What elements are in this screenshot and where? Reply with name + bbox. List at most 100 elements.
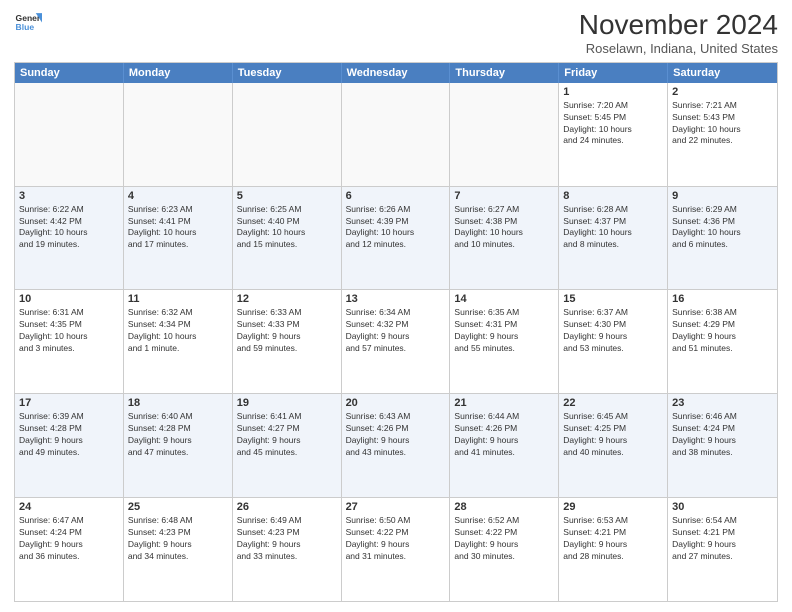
day-number: 24: [19, 501, 119, 513]
calendar-week-5: 24 Sunrise: 6:47 AMSunset: 4:24 PMDayligh…: [15, 498, 777, 601]
day-info: Sunrise: 6:29 AMSunset: 4:36 PMDaylight:…: [672, 204, 773, 252]
calendar-cell: [233, 83, 342, 186]
page: General Blue November 2024 Roselawn, Ind…: [0, 0, 792, 612]
header-day-friday: Friday: [559, 63, 668, 83]
calendar-cell: [450, 83, 559, 186]
calendar-cell: 3 Sunrise: 6:22 AMSunset: 4:42 PMDaylight…: [15, 187, 124, 290]
calendar-cell: 15 Sunrise: 6:37 AMSunset: 4:30 PMDayligh…: [559, 290, 668, 393]
day-number: 19: [237, 397, 337, 409]
day-number: 22: [563, 397, 663, 409]
calendar-cell: 29 Sunrise: 6:53 AMSunset: 4:21 PMDayligh…: [559, 498, 668, 601]
calendar-cell: 17Sunrise: 6:39 AMSunset: 4:28 PMDayligh…: [15, 394, 124, 497]
day-info: Sunrise: 6:54 AMSunset: 4:21 PMDaylight:…: [672, 515, 773, 563]
day-info: Sunrise: 6:35 AMSunset: 4:31 PMDaylight:…: [454, 307, 554, 355]
day-info: Sunrise: 6:38 AMSunset: 4:29 PMDaylight:…: [672, 307, 773, 355]
svg-text:Blue: Blue: [16, 22, 35, 32]
day-info: Sunrise: 6:47 AMSunset: 4:24 PMDaylight:…: [19, 515, 119, 563]
day-info: Sunrise: 6:32 AMSunset: 4:34 PMDaylight:…: [128, 307, 228, 355]
day-number: 2: [672, 86, 773, 98]
calendar-cell: 27Sunrise: 6:50 AMSunset: 4:22 PMDayligh…: [342, 498, 451, 601]
day-info: Sunrise: 6:53 AMSunset: 4:21 PMDaylight:…: [563, 515, 663, 563]
day-info: Sunrise: 6:44 AMSunset: 4:26 PMDaylight:…: [454, 411, 554, 459]
day-info: Sunrise: 6:25 AMSunset: 4:40 PMDaylight:…: [237, 204, 337, 252]
day-info: Sunrise: 6:48 AMSunset: 4:23 PMDaylight:…: [128, 515, 228, 563]
calendar-week-3: 10 Sunrise: 6:31 AMSunset: 4:35 PMDayligh…: [15, 290, 777, 394]
day-number: 9: [672, 190, 773, 202]
day-number: 14: [454, 293, 554, 305]
calendar-cell: 26Sunrise: 6:49 AMSunset: 4:23 PMDayligh…: [233, 498, 342, 601]
calendar: SundayMondayTuesdayWednesdayThursdayFrid…: [14, 62, 778, 602]
day-number: 3: [19, 190, 119, 202]
day-number: 12: [237, 293, 337, 305]
calendar-cell: 1 Sunrise: 7:20 AMSunset: 5:45 PMDaylight…: [559, 83, 668, 186]
title-block: November 2024 Roselawn, Indiana, United …: [579, 10, 778, 56]
day-info: Sunrise: 6:50 AMSunset: 4:22 PMDaylight:…: [346, 515, 446, 563]
day-info: Sunrise: 6:34 AMSunset: 4:32 PMDaylight:…: [346, 307, 446, 355]
day-number: 16: [672, 293, 773, 305]
day-info: Sunrise: 6:49 AMSunset: 4:23 PMDaylight:…: [237, 515, 337, 563]
calendar-week-1: 1 Sunrise: 7:20 AMSunset: 5:45 PMDaylight…: [15, 83, 777, 187]
day-number: 17: [19, 397, 119, 409]
day-number: 30: [672, 501, 773, 513]
calendar-cell: 22 Sunrise: 6:45 AMSunset: 4:25 PMDayligh…: [559, 394, 668, 497]
calendar-cell: 28 Sunrise: 6:52 AMSunset: 4:22 PMDayligh…: [450, 498, 559, 601]
calendar-cell: 11 Sunrise: 6:32 AMSunset: 4:34 PMDayligh…: [124, 290, 233, 393]
day-number: 28: [454, 501, 554, 513]
day-info: Sunrise: 6:52 AMSunset: 4:22 PMDaylight:…: [454, 515, 554, 563]
day-number: 20: [346, 397, 446, 409]
calendar-cell: 12 Sunrise: 6:33 AMSunset: 4:33 PMDayligh…: [233, 290, 342, 393]
calendar-cell: 20 Sunrise: 6:43 AMSunset: 4:26 PMDayligh…: [342, 394, 451, 497]
calendar-cell: 10 Sunrise: 6:31 AMSunset: 4:35 PMDayligh…: [15, 290, 124, 393]
calendar-cell: 30 Sunrise: 6:54 AMSunset: 4:21 PMDayligh…: [668, 498, 777, 601]
calendar-cell: 5 Sunrise: 6:25 AMSunset: 4:40 PMDaylight…: [233, 187, 342, 290]
subtitle: Roselawn, Indiana, United States: [579, 41, 778, 56]
day-info: Sunrise: 6:28 AMSunset: 4:37 PMDaylight:…: [563, 204, 663, 252]
calendar-cell: 25Sunrise: 6:48 AMSunset: 4:23 PMDayligh…: [124, 498, 233, 601]
day-number: 21: [454, 397, 554, 409]
day-info: Sunrise: 7:20 AMSunset: 5:45 PMDaylight:…: [563, 100, 663, 148]
day-info: Sunrise: 6:22 AMSunset: 4:42 PMDaylight:…: [19, 204, 119, 252]
day-number: 5: [237, 190, 337, 202]
day-number: 10: [19, 293, 119, 305]
calendar-cell: 24 Sunrise: 6:47 AMSunset: 4:24 PMDayligh…: [15, 498, 124, 601]
day-info: Sunrise: 6:46 AMSunset: 4:24 PMDaylight:…: [672, 411, 773, 459]
day-info: Sunrise: 6:23 AMSunset: 4:41 PMDaylight:…: [128, 204, 228, 252]
calendar-cell: 21 Sunrise: 6:44 AMSunset: 4:26 PMDayligh…: [450, 394, 559, 497]
header-day-wednesday: Wednesday: [342, 63, 451, 83]
calendar-cell: 19Sunrise: 6:41 AMSunset: 4:27 PMDayligh…: [233, 394, 342, 497]
day-info: Sunrise: 7:21 AMSunset: 5:43 PMDaylight:…: [672, 100, 773, 148]
day-info: Sunrise: 6:43 AMSunset: 4:26 PMDaylight:…: [346, 411, 446, 459]
calendar-cell: 9 Sunrise: 6:29 AMSunset: 4:36 PMDaylight…: [668, 187, 777, 290]
day-info: Sunrise: 6:37 AMSunset: 4:30 PMDaylight:…: [563, 307, 663, 355]
day-number: 23: [672, 397, 773, 409]
day-number: 15: [563, 293, 663, 305]
day-number: 11: [128, 293, 228, 305]
day-number: 8: [563, 190, 663, 202]
day-info: Sunrise: 6:27 AMSunset: 4:38 PMDaylight:…: [454, 204, 554, 252]
day-info: Sunrise: 6:40 AMSunset: 4:28 PMDaylight:…: [128, 411, 228, 459]
day-number: 4: [128, 190, 228, 202]
calendar-cell: 23 Sunrise: 6:46 AMSunset: 4:24 PMDayligh…: [668, 394, 777, 497]
calendar-cell: 8 Sunrise: 6:28 AMSunset: 4:37 PMDaylight…: [559, 187, 668, 290]
header-day-saturday: Saturday: [668, 63, 777, 83]
day-number: 1: [563, 86, 663, 98]
calendar-cell: 4 Sunrise: 6:23 AMSunset: 4:41 PMDaylight…: [124, 187, 233, 290]
calendar-week-4: 17Sunrise: 6:39 AMSunset: 4:28 PMDayligh…: [15, 394, 777, 498]
calendar-cell: 2 Sunrise: 7:21 AMSunset: 5:43 PMDaylight…: [668, 83, 777, 186]
header-day-sunday: Sunday: [15, 63, 124, 83]
header: General Blue November 2024 Roselawn, Ind…: [14, 10, 778, 56]
day-number: 29: [563, 501, 663, 513]
day-info: Sunrise: 6:31 AMSunset: 4:35 PMDaylight:…: [19, 307, 119, 355]
day-info: Sunrise: 6:45 AMSunset: 4:25 PMDaylight:…: [563, 411, 663, 459]
calendar-cell: [342, 83, 451, 186]
calendar-cell: 6Sunrise: 6:26 AMSunset: 4:39 PMDaylight…: [342, 187, 451, 290]
day-number: 18: [128, 397, 228, 409]
day-info: Sunrise: 6:26 AMSunset: 4:39 PMDaylight:…: [346, 204, 446, 252]
calendar-cell: [15, 83, 124, 186]
calendar-cell: 14 Sunrise: 6:35 AMSunset: 4:31 PMDayligh…: [450, 290, 559, 393]
calendar-cell: [124, 83, 233, 186]
day-number: 7: [454, 190, 554, 202]
calendar-cell: 18 Sunrise: 6:40 AMSunset: 4:28 PMDayligh…: [124, 394, 233, 497]
calendar-cell: 13Sunrise: 6:34 AMSunset: 4:32 PMDayligh…: [342, 290, 451, 393]
day-info: Sunrise: 6:33 AMSunset: 4:33 PMDaylight:…: [237, 307, 337, 355]
